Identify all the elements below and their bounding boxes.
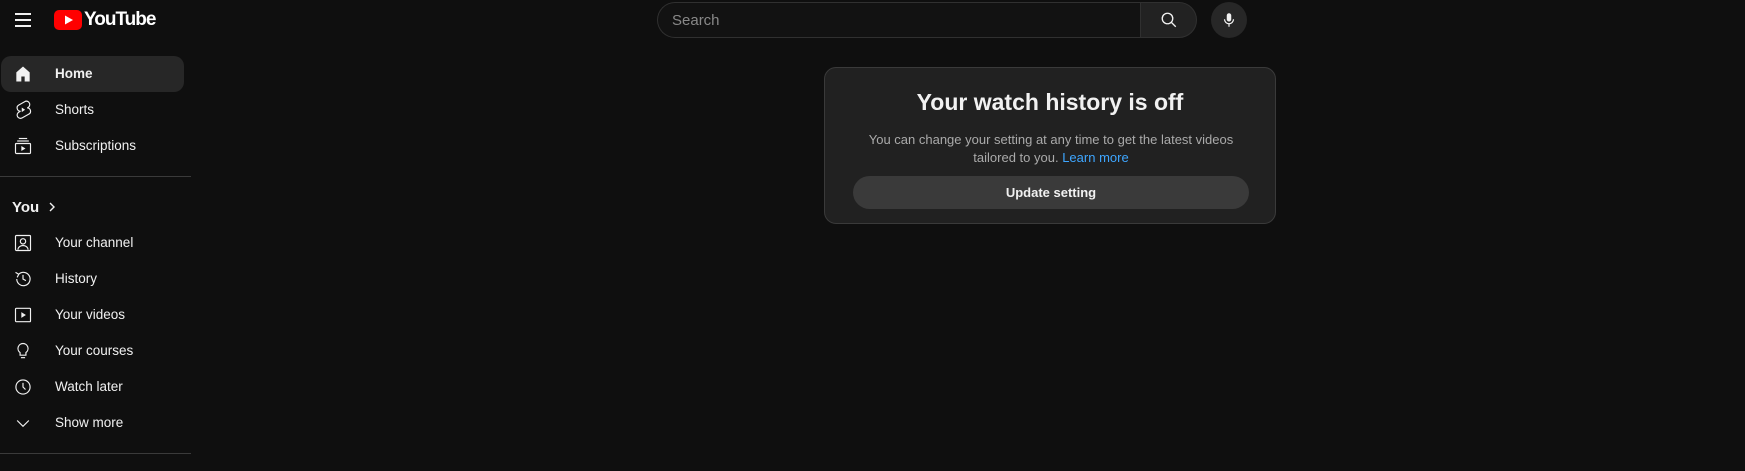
watch-history-off-card: Your watch history is off You can change… <box>824 67 1276 224</box>
sidebar-item-show-more[interactable]: Show more <box>1 405 184 441</box>
history-icon <box>15 271 31 287</box>
youtube-logo[interactable]: YouTube <box>54 9 156 31</box>
home-icon <box>16 66 30 82</box>
sidebar-item-home[interactable]: Home <box>1 56 184 92</box>
sidebar-item-label: Shorts <box>55 102 95 117</box>
chevron-right-icon <box>49 202 56 212</box>
card-title: Your watch history is off <box>916 89 1184 115</box>
shorts-icon <box>16 100 32 119</box>
sidebar-item-your-courses[interactable]: Your courses <box>1 333 184 369</box>
sidebar-divider <box>0 453 191 454</box>
you-section-header[interactable]: You <box>0 189 192 225</box>
sidebar-divider <box>0 176 191 177</box>
search-icon <box>1161 12 1176 28</box>
sidebar: Home Shorts Subscriptions You Your chann… <box>0 56 192 466</box>
sidebar-item-label: Show more <box>55 415 124 430</box>
sidebar-item-shorts[interactable]: Shorts <box>1 92 184 128</box>
search-button[interactable] <box>1140 2 1197 38</box>
sidebar-item-label: Your courses <box>55 343 134 358</box>
you-section-title: You <box>12 198 40 216</box>
card-description-text: You can change your setting at any time … <box>868 132 1234 165</box>
sidebar-item-label: Your channel <box>55 235 134 250</box>
sidebar-item-watch-later[interactable]: Watch later <box>1 369 184 405</box>
learn-more-link[interactable]: Learn more <box>1062 150 1128 165</box>
videos-icon <box>14 307 32 323</box>
sidebar-item-label: Watch later <box>55 379 123 394</box>
sidebar-item-subscriptions[interactable]: Subscriptions <box>1 128 184 164</box>
search-bar <box>657 2 1197 38</box>
youtube-play-icon <box>54 10 82 30</box>
sidebar-item-label: History <box>55 271 98 286</box>
watch-later-icon <box>15 379 31 395</box>
sidebar-item-label: Subscriptions <box>55 138 137 153</box>
sidebar-item-history[interactable]: History <box>1 261 184 297</box>
subscriptions-icon <box>14 137 32 155</box>
sidebar-item-your-channel[interactable]: Your channel <box>1 225 184 261</box>
microphone-icon <box>1223 13 1235 27</box>
menu-icon[interactable] <box>8 6 38 34</box>
logo-text: YouTube <box>84 9 156 30</box>
chevron-down-icon <box>16 420 30 428</box>
search-input[interactable] <box>657 2 1140 38</box>
sidebar-item-label: Your videos <box>55 307 126 322</box>
channel-icon <box>14 234 32 252</box>
update-setting-button[interactable]: Update setting <box>853 176 1249 209</box>
courses-icon <box>17 342 29 359</box>
top-bar: YouTube <box>0 0 1745 40</box>
voice-search-button[interactable] <box>1211 2 1247 38</box>
sidebar-item-label: Home <box>55 66 93 81</box>
sidebar-item-your-videos[interactable]: Your videos <box>1 297 184 333</box>
card-description: You can change your setting at any time … <box>865 131 1237 167</box>
